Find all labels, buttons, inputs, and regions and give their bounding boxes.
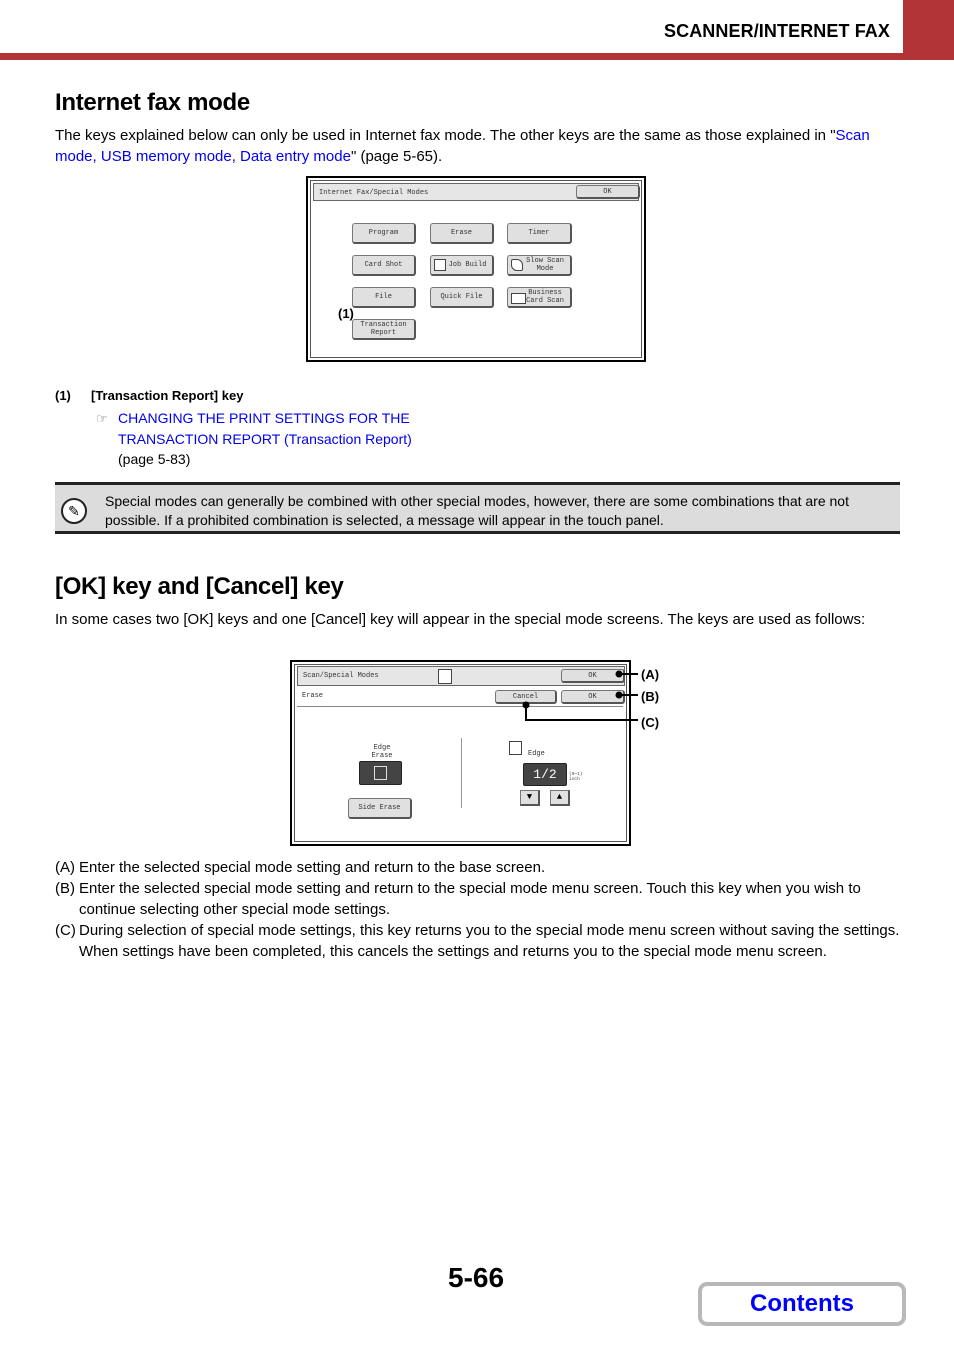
intro-suffix: " (page 5-65). xyxy=(350,148,443,165)
internet-fax-special-modes-screen: Internet Fax/Special Modes OK Program Er… xyxy=(306,176,646,362)
job-build-key[interactable]: Job Build xyxy=(430,255,494,276)
reference-title: [Transaction Report] key xyxy=(91,388,244,403)
job-build-label: Job Build xyxy=(448,261,487,269)
list-marker: (A) xyxy=(55,859,75,876)
program-key[interactable]: Program xyxy=(352,223,416,244)
note-box: ✎ Special modes can generally be combine… xyxy=(55,482,900,534)
list-marker: (B) xyxy=(55,880,75,897)
transaction-report-link-line2[interactable]: TRANSACTION REPORT (Transaction Report) xyxy=(118,431,412,447)
ok-button[interactable]: OK xyxy=(576,185,640,199)
edge-erase-icon xyxy=(374,766,387,780)
edge-erase-label: Edge Erase xyxy=(371,744,393,760)
list-marker: (C) xyxy=(55,922,76,939)
edge-icon xyxy=(509,741,522,755)
key-descriptions: (A) Enter the selected special mode setti… xyxy=(55,857,905,962)
unit-text: inch xyxy=(569,777,580,782)
down-arrow-icon: ▼ xyxy=(526,792,533,802)
erase-key[interactable]: Erase xyxy=(430,223,494,244)
callout-line-c xyxy=(525,705,638,721)
slow-scan-label: Slow Scan Mode xyxy=(526,257,564,273)
increase-button[interactable]: ▲ xyxy=(550,790,570,806)
reference-heading: (1) [Transaction Report] key xyxy=(55,388,243,403)
transaction-report-link-line1[interactable]: CHANGING THE PRINT SETTINGS FOR THE xyxy=(118,410,410,426)
sub-title: Erase xyxy=(302,692,324,700)
screen-title: Scan/Special Modes xyxy=(303,672,379,680)
reference-body: ☞ CHANGING THE PRINT SETTINGS FOR THE TRA… xyxy=(96,408,412,469)
decrease-button[interactable]: ▼ xyxy=(520,790,540,806)
side-erase-key[interactable]: Side Erase xyxy=(348,798,412,819)
page-header: SCANNER/INTERNET FAX xyxy=(0,0,954,60)
divider xyxy=(461,738,462,808)
internet-fax-intro: The keys explained below can only be use… xyxy=(55,125,905,167)
page-number: 5-66 xyxy=(448,1262,505,1293)
transaction-report-key[interactable]: Transaction Report xyxy=(352,319,416,340)
slow-scan-icon xyxy=(511,259,523,271)
edge-value-display: 1/2 xyxy=(523,763,567,786)
list-text: Enter the selected special mode setting … xyxy=(79,880,861,918)
note-text: Special modes can generally be combined … xyxy=(105,493,849,528)
edge-label: Edge xyxy=(528,750,545,758)
contents-button[interactable]: Contents xyxy=(698,1282,906,1326)
list-text: Enter the selected special mode setting … xyxy=(79,859,546,876)
ok-cancel-heading: [OK] key and [Cancel] key xyxy=(55,573,344,600)
up-arrow-icon: ▲ xyxy=(556,792,563,802)
intro-prefix: The keys explained below can only be use… xyxy=(55,127,836,144)
edge-range: (0~1) inch xyxy=(569,772,583,782)
timer-key[interactable]: Timer xyxy=(507,223,572,244)
list-item: (C) During selection of special mode sett… xyxy=(55,920,905,962)
job-build-icon xyxy=(434,259,446,271)
callout-c: (C) xyxy=(641,715,660,730)
card-shot-key[interactable]: Card Shot xyxy=(352,255,416,276)
reference-page: (page 5-83) xyxy=(118,451,191,467)
callout-1: (1) xyxy=(338,306,354,321)
section-title: SCANNER/INTERNET FAX xyxy=(663,21,890,41)
callout-b: (B) xyxy=(641,689,660,704)
reference-number: (1) xyxy=(55,388,71,403)
pointing-hand-icon: ☞ xyxy=(96,411,108,426)
header-tab xyxy=(903,0,954,55)
business-card-scan-key[interactable]: Business Card Scan xyxy=(507,287,572,308)
business-card-icon xyxy=(511,293,526,304)
list-item: (A) Enter the selected special mode setti… xyxy=(55,857,905,878)
header-rule xyxy=(0,53,954,60)
erase-doc-icon xyxy=(438,669,452,684)
callout-a: (A) xyxy=(641,667,660,682)
edge-erase-key[interactable] xyxy=(359,761,402,785)
business-card-label: Business Card Scan xyxy=(526,289,564,305)
list-item: (B) Enter the selected special mode setti… xyxy=(55,878,905,920)
screen-title: Internet Fax/Special Modes xyxy=(319,189,429,197)
slow-scan-mode-key[interactable]: Slow Scan Mode xyxy=(507,255,572,276)
internet-fax-heading: Internet fax mode xyxy=(55,89,250,116)
list-text: During selection of special mode setting… xyxy=(79,922,900,960)
pencil-note-icon: ✎ xyxy=(61,498,87,524)
file-key[interactable]: File xyxy=(352,287,416,308)
quick-file-key[interactable]: Quick File xyxy=(430,287,494,308)
ok-cancel-intro: In some cases two [OK] keys and one [Can… xyxy=(55,611,866,628)
